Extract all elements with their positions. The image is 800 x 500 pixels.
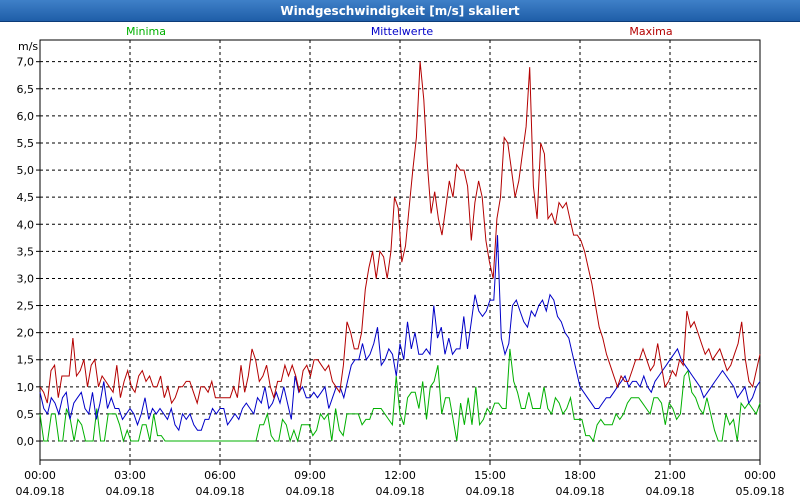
y-tick-label: 6,0 bbox=[17, 110, 35, 123]
x-tick-time-label: 00:00 bbox=[744, 469, 776, 482]
chart-title-bar: Windgeschwindigkeit [m/s] skaliert bbox=[0, 0, 800, 22]
x-tick-time-label: 03:00 bbox=[114, 469, 146, 482]
y-tick-label: 5,5 bbox=[17, 137, 35, 150]
x-tick-time-label: 18:00 bbox=[564, 469, 596, 482]
y-tick-label: 5,0 bbox=[17, 164, 35, 177]
y-tick-label: 2,0 bbox=[17, 327, 35, 340]
x-tick-date-label: 05.09.18 bbox=[736, 485, 785, 498]
x-tick-date-label: 04.09.18 bbox=[106, 485, 155, 498]
y-tick-label: 3,0 bbox=[17, 272, 35, 285]
y-tick-label: 0,0 bbox=[17, 435, 35, 448]
y-tick-label: 4,0 bbox=[17, 218, 35, 231]
x-tick-time-label: 12:00 bbox=[384, 469, 416, 482]
y-tick-label: 2,5 bbox=[17, 300, 35, 313]
legend-minima: Minima bbox=[126, 25, 166, 38]
legend-mittelwerte: Mittelwerte bbox=[371, 25, 434, 38]
chart-title: Windgeschwindigkeit [m/s] skaliert bbox=[280, 3, 520, 18]
y-tick-label: 3,5 bbox=[17, 245, 35, 258]
x-tick-date-label: 04.09.18 bbox=[196, 485, 245, 498]
legend-maxima: Maxima bbox=[629, 25, 672, 38]
x-tick-time-label: 15:00 bbox=[474, 469, 506, 482]
y-axis-unit-label: m/s bbox=[18, 40, 38, 53]
y-tick-label: 6,5 bbox=[17, 83, 35, 96]
x-tick-date-label: 04.09.18 bbox=[376, 485, 425, 498]
x-tick-date-label: 04.09.18 bbox=[646, 485, 695, 498]
x-tick-date-label: 04.09.18 bbox=[466, 485, 515, 498]
chart-area: m/s 0,0 0,5 1,0 1,5 2,0 2,5 3,0 3,5 4,0 4,5 5,0 5,5 6… bbox=[16, 25, 785, 498]
x-tick-time-label: 21:00 bbox=[654, 469, 686, 482]
x-tick-time-label: 09:00 bbox=[294, 469, 326, 482]
y-tick-label: 1,5 bbox=[17, 354, 35, 367]
x-tick-date-label: 04.09.18 bbox=[16, 485, 65, 498]
x-tick-time-label: 00:00 bbox=[24, 469, 56, 482]
x-tick-date-label: 04.09.18 bbox=[286, 485, 335, 498]
y-tick-label: 1,0 bbox=[17, 381, 35, 394]
y-tick-label: 4,5 bbox=[17, 191, 35, 204]
x-tick-date-label: 04.09.18 bbox=[556, 485, 605, 498]
y-tick-label: 7,0 bbox=[17, 56, 35, 69]
x-tick-time-label: 06:00 bbox=[204, 469, 236, 482]
y-tick-label: 0,5 bbox=[17, 408, 35, 421]
